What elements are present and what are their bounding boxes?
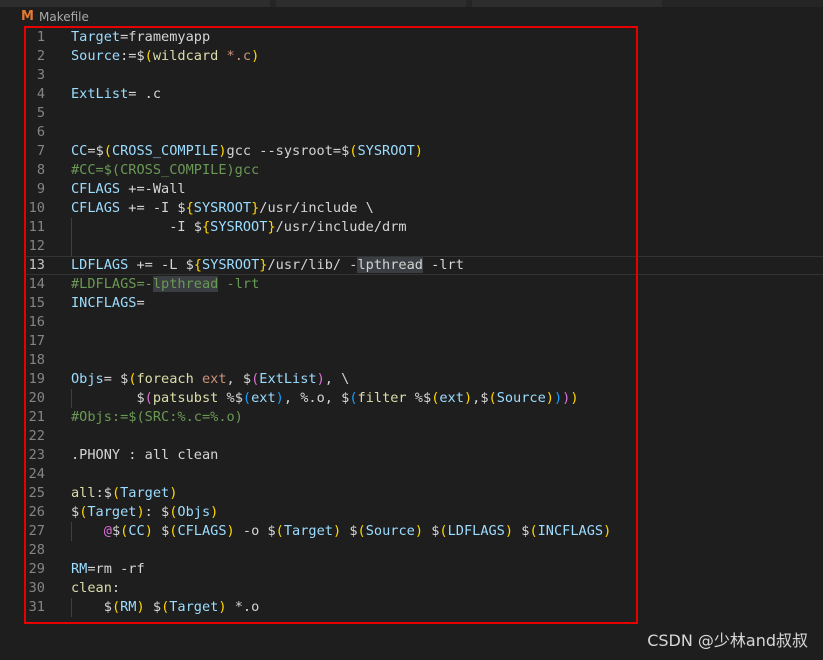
- watermark: CSDN @少林and叔叔: [647, 631, 808, 650]
- breadcrumb-file-name[interactable]: Makefile: [39, 10, 89, 24]
- highlight-annotation-box: [24, 26, 638, 624]
- breadcrumb: M Makefile: [0, 7, 823, 27]
- tab-strip-segment[interactable]: [472, 0, 662, 7]
- makefile-icon: M: [21, 9, 34, 24]
- tab-strip-segment[interactable]: [276, 0, 466, 7]
- tab-strip-segment[interactable]: [0, 0, 270, 7]
- tab-bar: [0, 0, 823, 7]
